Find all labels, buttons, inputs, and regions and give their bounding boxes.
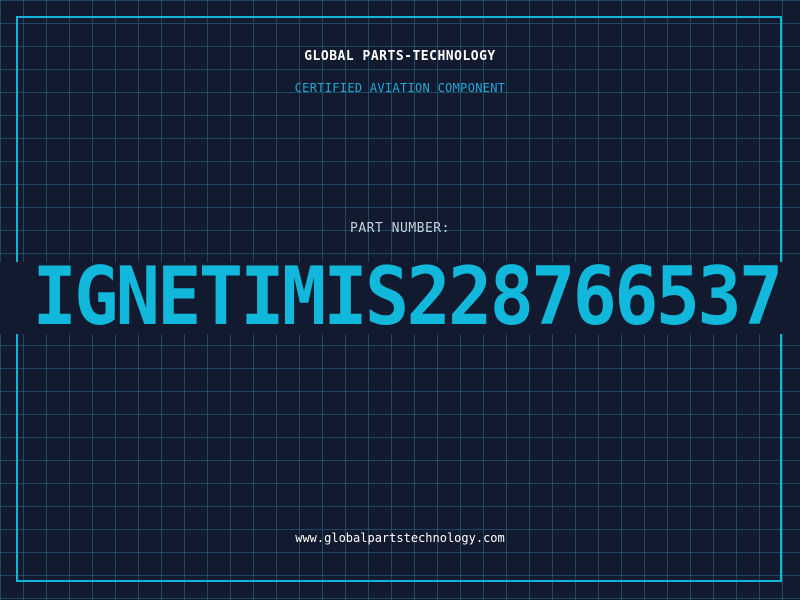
website-url[interactable]: www.globalpartstechnology.com bbox=[0, 531, 800, 545]
part-number-value: IGNETIMIS228766537 bbox=[32, 258, 784, 336]
part-number-label: PART NUMBER: bbox=[350, 221, 450, 236]
part-number-value-container: IGNETIMIS228766537 bbox=[0, 258, 800, 336]
company-name: GLOBAL PARTS-TECHNOLOGY bbox=[304, 49, 496, 64]
certification-tagline: CERTIFIED AVIATION COMPONENT bbox=[294, 81, 506, 95]
part-card: GLOBAL PARTS-TECHNOLOGY CERTIFIED AVIATI… bbox=[0, 0, 800, 600]
